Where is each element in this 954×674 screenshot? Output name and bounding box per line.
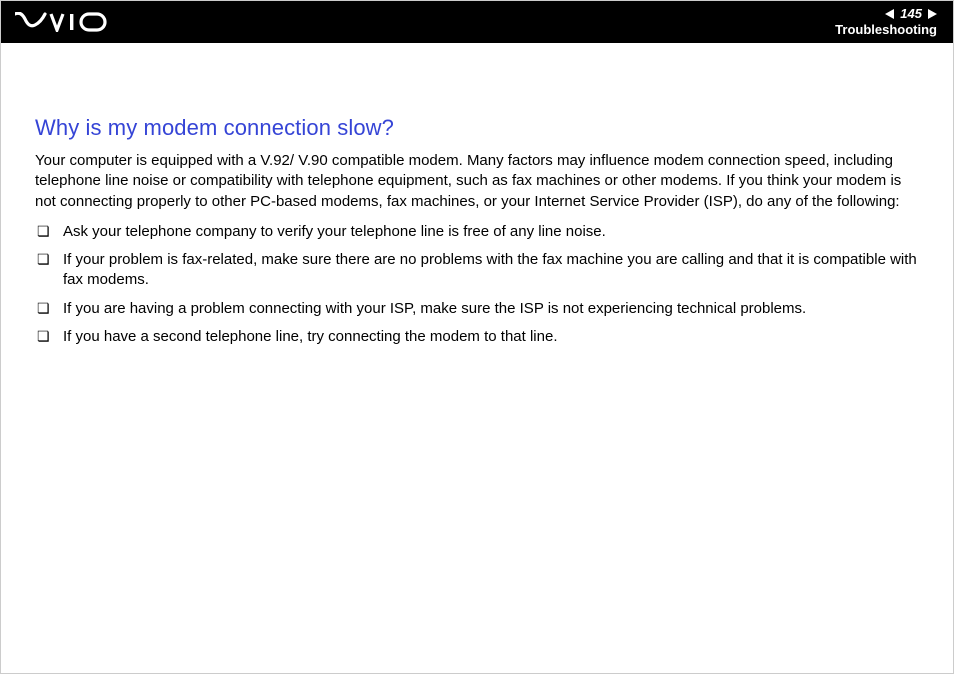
intro-paragraph: Your computer is equipped with a V.92/ V… xyxy=(35,151,919,212)
list-item: If you have a second telephone line, try… xyxy=(35,327,919,347)
page-title: Why is my modem connection slow? xyxy=(35,115,919,141)
list-item: If you are having a problem connecting w… xyxy=(35,299,919,319)
section-label: Troubleshooting xyxy=(835,23,937,37)
list-item: Ask your telephone company to verify you… xyxy=(35,222,919,242)
list-item: If your problem is fax-related, make sur… xyxy=(35,250,919,291)
header-bar: 145 Troubleshooting xyxy=(1,1,953,43)
page-nav: 145 xyxy=(835,7,937,21)
bullet-list: Ask your telephone company to verify you… xyxy=(35,222,919,347)
vaio-logo xyxy=(15,12,107,32)
nav-prev-icon[interactable] xyxy=(885,9,894,19)
nav-next-icon[interactable] xyxy=(928,9,937,19)
page-content: Why is my modem connection slow? Your co… xyxy=(1,43,953,347)
page-number: 145 xyxy=(900,7,922,21)
header-right: 145 Troubleshooting xyxy=(835,7,937,37)
